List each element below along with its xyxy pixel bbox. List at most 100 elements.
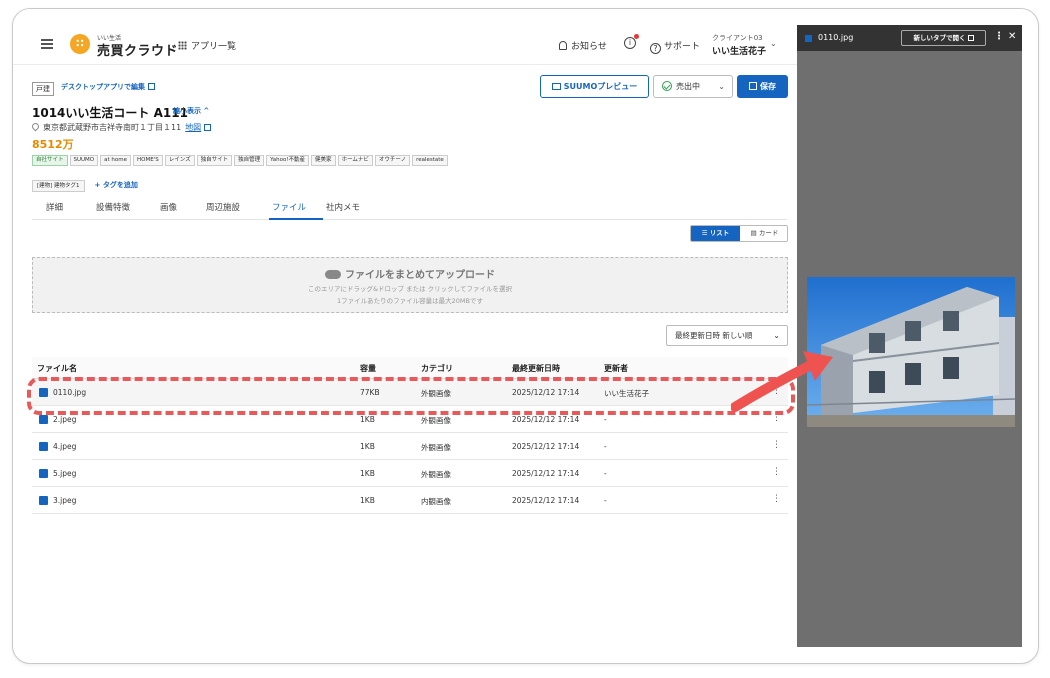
check-circle-icon bbox=[662, 81, 672, 91]
file-updater: - bbox=[604, 496, 607, 505]
support-button[interactable]: ? サポート bbox=[650, 39, 700, 54]
preview-panel: 0110.jpg 新しいタブで開く ⋮ ✕ bbox=[797, 25, 1022, 647]
file-updated: 2025/12/12 17:14 bbox=[512, 442, 580, 451]
file-category: 外観画像 bbox=[421, 443, 451, 452]
property-type-tag: 戸建 bbox=[32, 82, 54, 96]
preview-file-name: 0110.jpg bbox=[818, 33, 854, 42]
open-new-tab-button[interactable]: 新しいタブで開く bbox=[901, 30, 986, 46]
notifications-button[interactable]: お知らせ bbox=[559, 39, 607, 52]
tab-details[interactable]: 詳細 bbox=[46, 201, 63, 213]
image-file-icon bbox=[39, 442, 48, 451]
tab-images[interactable]: 画像 bbox=[160, 201, 177, 213]
file-name[interactable]: 5.jpeg bbox=[53, 469, 76, 478]
file-category: 外観画像 bbox=[421, 416, 451, 425]
save-button[interactable]: 保存 bbox=[737, 75, 788, 98]
file-category: 外観画像 bbox=[421, 470, 451, 479]
portal-tag: 独自管理 bbox=[234, 155, 265, 166]
detail-tabs: 詳細 設備特徴 画像 周辺施設 ファイル 社内メモ bbox=[32, 196, 787, 220]
bell-icon bbox=[559, 41, 567, 50]
chevron-down-icon: ⌄ bbox=[773, 331, 780, 340]
client-code: クライアント03 bbox=[712, 34, 763, 42]
suumo-preview-button[interactable]: SUUMOプレビュー bbox=[540, 75, 649, 98]
list-view-button[interactable]: ☰ リスト bbox=[691, 226, 740, 241]
portal-tag: レインズ bbox=[164, 155, 195, 166]
file-updater: - bbox=[604, 469, 607, 478]
sort-select[interactable]: 最終更新日時 新しい順 ⌄ bbox=[666, 325, 788, 346]
column-header[interactable]: 容量 bbox=[360, 363, 376, 374]
portal-tag: 自社サイト bbox=[32, 155, 68, 166]
client-user[interactable]: いい生活花子 bbox=[712, 44, 766, 57]
file-category: 内観画像 bbox=[421, 497, 451, 506]
card-view-button[interactable]: ▤ カード bbox=[740, 226, 787, 241]
file-size: 1KB bbox=[360, 442, 375, 451]
portal-tag: 健美家 bbox=[311, 155, 336, 166]
tab-nearby[interactable]: 周辺施設 bbox=[206, 201, 240, 213]
file-updater: - bbox=[604, 415, 607, 424]
save-icon bbox=[749, 82, 757, 90]
apps-menu[interactable]: アプリ一覧 bbox=[178, 39, 236, 52]
upload-limit: 1ファイルあたりのファイル容量は最大20MBです bbox=[337, 297, 483, 305]
building-tags: [建物] 建物タグ1 + タグを追加 bbox=[32, 172, 138, 192]
close-icon[interactable]: ✕ bbox=[1008, 31, 1016, 42]
table-row[interactable]: 4.jpeg 1KB 外観画像 2025/12/12 17:14 - ⋮ bbox=[32, 433, 788, 460]
image-file-icon bbox=[39, 496, 48, 505]
portal-tag: SUUMO bbox=[69, 155, 99, 166]
portal-tag: HOME'S bbox=[133, 155, 163, 166]
view-toggle: ☰ リスト ▤ カード bbox=[690, 225, 788, 242]
app-name: 売買クラウド bbox=[97, 44, 179, 59]
table-row[interactable]: 5.jpeg 1KB 外観画像 2025/12/12 17:14 - ⋮ bbox=[32, 460, 788, 487]
table-row[interactable]: 3.jpeg 1KB 内観画像 2025/12/12 17:14 - ⋮ bbox=[32, 487, 788, 514]
table-header: ファイル名 容量 カテゴリ 最終更新日時 更新者 bbox=[32, 357, 788, 379]
chevron-down-icon[interactable]: ⌄ bbox=[770, 39, 777, 48]
image-file-icon bbox=[805, 35, 812, 42]
column-header[interactable]: カテゴリ bbox=[421, 363, 453, 374]
pointer-arrow bbox=[731, 351, 833, 412]
portal-tag: Yahoo!不動産 bbox=[266, 155, 310, 166]
more-icon[interactable]: ⋮ bbox=[772, 494, 781, 504]
column-header[interactable]: 更新者 bbox=[604, 363, 628, 374]
preview-header: 0110.jpg 新しいタブで開く ⋮ ✕ bbox=[797, 25, 1022, 51]
upload-instruction: このエリアにドラッグ&ドロップ または クリックしてファイルを選択 bbox=[307, 285, 512, 293]
grid-icon bbox=[178, 41, 187, 50]
file-size: 1KB bbox=[360, 496, 375, 505]
status-select[interactable]: 売出中 ⌄ bbox=[653, 75, 733, 98]
external-link-icon bbox=[148, 83, 155, 90]
tab-equipment[interactable]: 設備特徴 bbox=[96, 201, 130, 213]
building-tag: [建物] 建物タグ1 bbox=[32, 180, 85, 192]
tab-memo[interactable]: 社内メモ bbox=[326, 201, 360, 213]
portal-tag: 独自サイト bbox=[196, 155, 233, 166]
file-name[interactable]: 3.jpeg bbox=[53, 496, 76, 505]
column-header[interactable]: ファイル名 bbox=[37, 363, 77, 374]
app-window: ∷ いい生活 売買クラウド アプリ一覧 お知らせ i ? サポート クライアント0… bbox=[12, 8, 1039, 664]
menu-icon[interactable] bbox=[41, 39, 53, 49]
more-icon[interactable]: ⋮ bbox=[994, 31, 1004, 42]
upload-title: ファイルをまとめてアップロード bbox=[345, 270, 495, 281]
file-updated: 2025/12/12 17:14 bbox=[512, 469, 580, 478]
upload-dropzone[interactable]: ファイルをまとめてアップロード このエリアにドラッグ&ドロップ または クリック… bbox=[32, 257, 788, 313]
image-file-icon bbox=[39, 469, 48, 478]
property-address: 東京都武蔵野市吉祥寺南町１丁目１11 地図 bbox=[30, 121, 212, 133]
active-tab-indicator bbox=[269, 218, 323, 220]
more-icon[interactable]: ⋮ bbox=[772, 467, 781, 477]
map-link[interactable]: 地図 bbox=[185, 123, 201, 132]
info-icon[interactable]: i bbox=[624, 37, 636, 49]
property-title: 1014いい生活コート A111 bbox=[32, 106, 188, 120]
file-updater: - bbox=[604, 442, 607, 451]
portal-tag: at home bbox=[100, 155, 132, 166]
file-name[interactable]: 4.jpeg bbox=[53, 442, 76, 451]
tab-files[interactable]: ファイル bbox=[272, 201, 306, 213]
notification-badge bbox=[634, 34, 639, 39]
file-name[interactable]: 2.jpeg bbox=[53, 415, 76, 424]
more-icon[interactable]: ⋮ bbox=[772, 440, 781, 450]
portal-tag: ホームナビ bbox=[337, 155, 373, 166]
shrink-toggle[interactable]: 縮小表示 ^ bbox=[173, 106, 209, 116]
image-file-icon bbox=[39, 415, 48, 424]
desktop-edit-link[interactable]: デスクトップアプリで編集 bbox=[61, 82, 155, 92]
add-tag-button[interactable]: + タグを追加 bbox=[95, 180, 138, 190]
column-header[interactable]: 最終更新日時 bbox=[512, 363, 560, 374]
row-highlight bbox=[27, 377, 795, 415]
portal-tag: オウチーノ bbox=[374, 155, 411, 166]
external-link-icon bbox=[967, 35, 974, 41]
chevron-down-icon: ⌄ bbox=[718, 82, 725, 91]
file-updated: 2025/12/12 17:14 bbox=[512, 496, 580, 505]
